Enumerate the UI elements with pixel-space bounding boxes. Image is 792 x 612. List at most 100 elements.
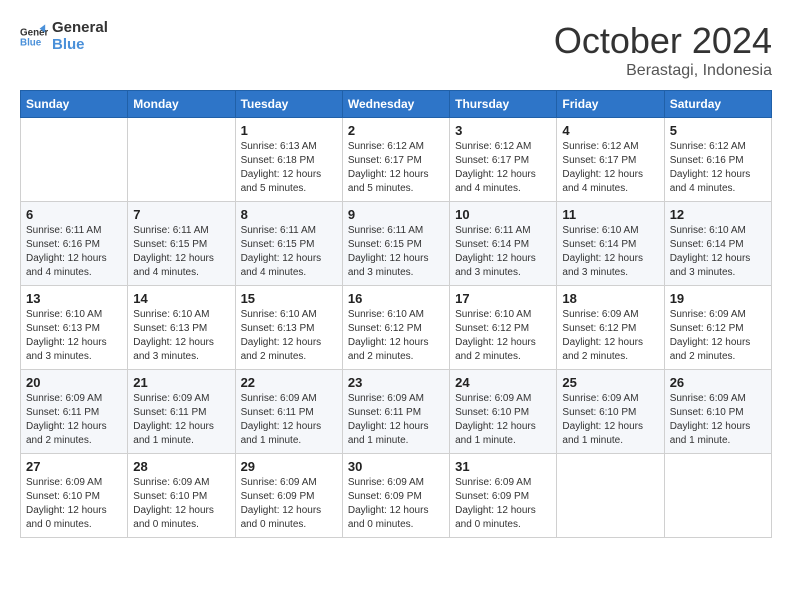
day-number: 14 <box>133 291 229 306</box>
logo: General Blue General Blue <box>20 20 108 53</box>
day-info: Sunrise: 6:09 AM Sunset: 6:10 PM Dayligh… <box>670 392 766 448</box>
day-info: Sunrise: 6:09 AM Sunset: 6:10 PM Dayligh… <box>26 476 122 532</box>
day-info: Sunrise: 6:09 AM Sunset: 6:11 PM Dayligh… <box>241 392 337 448</box>
day-number: 6 <box>26 207 122 222</box>
calendar-cell: 31 Sunrise: 6:09 AM Sunset: 6:09 PM Dayli… <box>450 454 557 538</box>
calendar-week-row: 27 Sunrise: 6:09 AM Sunset: 6:10 PM Dayli… <box>21 454 772 538</box>
day-number: 17 <box>455 291 551 306</box>
day-number: 1 <box>241 123 337 138</box>
day-info: Sunrise: 6:09 AM Sunset: 6:12 PM Dayligh… <box>670 308 766 364</box>
calendar-cell: 15 Sunrise: 6:10 AM Sunset: 6:13 PM Dayli… <box>235 286 342 370</box>
day-number: 12 <box>670 207 766 222</box>
day-of-week-header: Thursday <box>450 91 557 118</box>
day-number: 23 <box>348 375 444 390</box>
day-info: Sunrise: 6:09 AM Sunset: 6:09 PM Dayligh… <box>348 476 444 532</box>
day-number: 30 <box>348 459 444 474</box>
day-info: Sunrise: 6:11 AM Sunset: 6:14 PM Dayligh… <box>455 224 551 280</box>
calendar-cell: 27 Sunrise: 6:09 AM Sunset: 6:10 PM Dayli… <box>21 454 128 538</box>
calendar-week-row: 1 Sunrise: 6:13 AM Sunset: 6:18 PM Daylig… <box>21 118 772 202</box>
calendar-cell: 26 Sunrise: 6:09 AM Sunset: 6:10 PM Dayli… <box>664 370 771 454</box>
day-number: 28 <box>133 459 229 474</box>
calendar-cell <box>664 454 771 538</box>
calendar-cell: 20Sunrise: 6:09 AM Sunset: 6:11 PM Dayli… <box>21 370 128 454</box>
calendar-week-row: 20 Sunrise: 6:09 AM Sunset: 6:11 PM Dayli… <box>21 370 772 454</box>
svg-text:Blue: Blue <box>20 37 42 48</box>
day-number: 19 <box>670 291 766 306</box>
calendar-cell: 28Sunrise: 6:09 AM Sunset: 6:10 PM Dayli… <box>128 454 235 538</box>
calendar-cell: 5 Sunrise: 6:12 AM Sunset: 6:16 PM Daylig… <box>664 118 771 202</box>
calendar-cell: 7 Sunrise: 6:11 AM Sunset: 6:15 PM Daylig… <box>128 202 235 286</box>
calendar-cell <box>21 118 128 202</box>
day-info: Sunrise: 6:10 AM Sunset: 6:13 PM Dayligh… <box>241 308 337 364</box>
logo-general: General <box>52 20 108 37</box>
day-info: Sunrise: 6:10 AM Sunset: 6:12 PM Dayligh… <box>455 308 551 364</box>
calendar-cell: 18 Sunrise: 6:09 AM Sunset: 6:12 PM Dayli… <box>557 286 664 370</box>
day-info: Sunrise: 6:10 AM Sunset: 6:13 PM Dayligh… <box>26 308 122 364</box>
day-number: 10 <box>455 207 551 222</box>
calendar-cell: 22 Sunrise: 6:09 AM Sunset: 6:11 PM Dayli… <box>235 370 342 454</box>
calendar-cell: 25Sunrise: 6:09 AM Sunset: 6:10 PM Dayli… <box>557 370 664 454</box>
day-number: 7 <box>133 207 229 222</box>
calendar-cell: 23 Sunrise: 6:09 AM Sunset: 6:11 PM Dayli… <box>342 370 449 454</box>
day-number: 22 <box>241 375 337 390</box>
calendar-cell: 14Sunrise: 6:10 AM Sunset: 6:13 PM Dayli… <box>128 286 235 370</box>
day-info: Sunrise: 6:13 AM Sunset: 6:18 PM Dayligh… <box>241 140 337 196</box>
day-info: Sunrise: 6:09 AM Sunset: 6:11 PM Dayligh… <box>348 392 444 448</box>
day-of-week-header: Monday <box>128 91 235 118</box>
calendar-cell: 24 Sunrise: 6:09 AM Sunset: 6:10 PM Dayli… <box>450 370 557 454</box>
day-number: 29 <box>241 459 337 474</box>
day-number: 31 <box>455 459 551 474</box>
calendar-cell: 21 Sunrise: 6:09 AM Sunset: 6:11 PM Dayli… <box>128 370 235 454</box>
day-number: 13 <box>26 291 122 306</box>
calendar-cell: 10 Sunrise: 6:11 AM Sunset: 6:14 PM Dayli… <box>450 202 557 286</box>
calendar-cell: 29Sunrise: 6:09 AM Sunset: 6:09 PM Dayli… <box>235 454 342 538</box>
calendar-cell: 8 Sunrise: 6:11 AM Sunset: 6:15 PM Daylig… <box>235 202 342 286</box>
day-info: Sunrise: 6:09 AM Sunset: 6:11 PM Dayligh… <box>133 392 229 448</box>
day-number: 20 <box>26 375 122 390</box>
calendar-cell: 17 Sunrise: 6:10 AM Sunset: 6:12 PM Dayli… <box>450 286 557 370</box>
day-number: 24 <box>455 375 551 390</box>
logo-icon: General Blue <box>20 23 48 51</box>
day-of-week-header: Wednesday <box>342 91 449 118</box>
day-of-week-header: Sunday <box>21 91 128 118</box>
day-info: Sunrise: 6:12 AM Sunset: 6:16 PM Dayligh… <box>670 140 766 196</box>
title-block: October 2024 Berastagi, Indonesia <box>554 20 772 80</box>
day-number: 18 <box>562 291 658 306</box>
day-info: Sunrise: 6:10 AM Sunset: 6:12 PM Dayligh… <box>348 308 444 364</box>
calendar-cell: 4 Sunrise: 6:12 AM Sunset: 6:17 PM Daylig… <box>557 118 664 202</box>
location: Berastagi, Indonesia <box>554 62 772 80</box>
month-title: October 2024 <box>554 20 772 62</box>
day-number: 2 <box>348 123 444 138</box>
day-number: 8 <box>241 207 337 222</box>
day-info: Sunrise: 6:11 AM Sunset: 6:16 PM Dayligh… <box>26 224 122 280</box>
calendar-cell: 16 Sunrise: 6:10 AM Sunset: 6:12 PM Dayli… <box>342 286 449 370</box>
calendar-cell: 13 Sunrise: 6:10 AM Sunset: 6:13 PM Dayli… <box>21 286 128 370</box>
day-info: Sunrise: 6:11 AM Sunset: 6:15 PM Dayligh… <box>241 224 337 280</box>
day-number: 26 <box>670 375 766 390</box>
day-number: 5 <box>670 123 766 138</box>
page-header: General Blue General Blue October 2024 B… <box>20 20 772 80</box>
day-info: Sunrise: 6:12 AM Sunset: 6:17 PM Dayligh… <box>455 140 551 196</box>
calendar-header: SundayMondayTuesdayWednesdayThursdayFrid… <box>21 91 772 118</box>
day-info: Sunrise: 6:09 AM Sunset: 6:12 PM Dayligh… <box>562 308 658 364</box>
day-of-week-header: Tuesday <box>235 91 342 118</box>
day-number: 4 <box>562 123 658 138</box>
calendar-week-row: 6 Sunrise: 6:11 AM Sunset: 6:16 PM Daylig… <box>21 202 772 286</box>
day-info: Sunrise: 6:09 AM Sunset: 6:09 PM Dayligh… <box>455 476 551 532</box>
day-info: Sunrise: 6:09 AM Sunset: 6:10 PM Dayligh… <box>455 392 551 448</box>
calendar-cell: 19 Sunrise: 6:09 AM Sunset: 6:12 PM Dayli… <box>664 286 771 370</box>
day-info: Sunrise: 6:09 AM Sunset: 6:10 PM Dayligh… <box>562 392 658 448</box>
day-info: Sunrise: 6:11 AM Sunset: 6:15 PM Dayligh… <box>133 224 229 280</box>
day-info: Sunrise: 6:12 AM Sunset: 6:17 PM Dayligh… <box>562 140 658 196</box>
calendar-cell: 3Sunrise: 6:12 AM Sunset: 6:17 PM Daylig… <box>450 118 557 202</box>
day-number: 15 <box>241 291 337 306</box>
day-number: 21 <box>133 375 229 390</box>
day-number: 16 <box>348 291 444 306</box>
calendar-week-row: 13 Sunrise: 6:10 AM Sunset: 6:13 PM Dayli… <box>21 286 772 370</box>
day-info: Sunrise: 6:10 AM Sunset: 6:14 PM Dayligh… <box>670 224 766 280</box>
calendar-cell: 9Sunrise: 6:11 AM Sunset: 6:15 PM Daylig… <box>342 202 449 286</box>
logo-blue: Blue <box>52 37 108 54</box>
calendar-cell: 1 Sunrise: 6:13 AM Sunset: 6:18 PM Daylig… <box>235 118 342 202</box>
day-number: 27 <box>26 459 122 474</box>
day-number: 11 <box>562 207 658 222</box>
